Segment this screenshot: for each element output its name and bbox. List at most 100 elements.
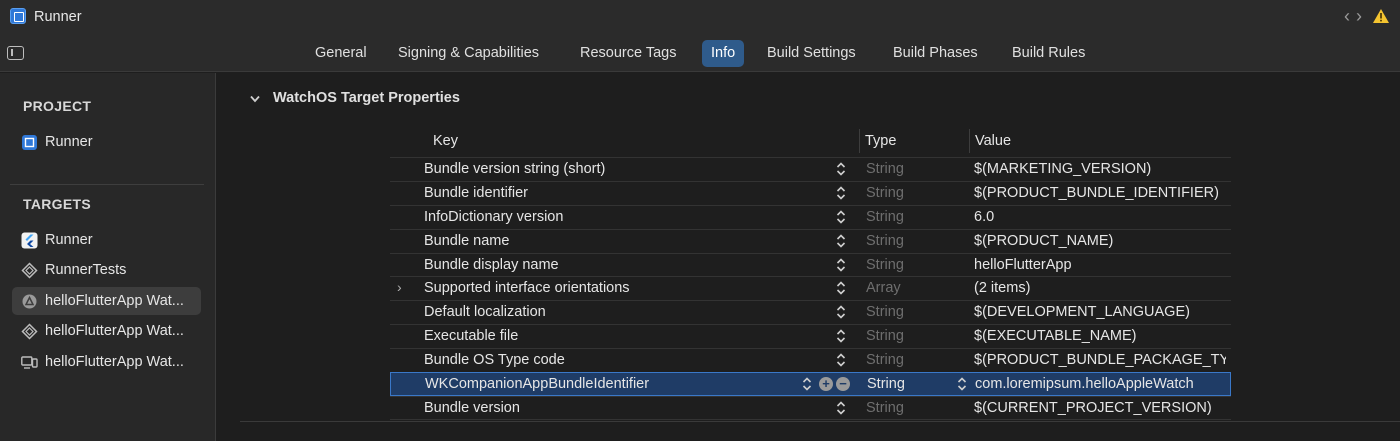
nav-arrows[interactable]: ‹› bbox=[1344, 6, 1368, 27]
plist-type[interactable]: String bbox=[866, 352, 904, 368]
targets-section-header: TARGETS bbox=[23, 196, 91, 212]
targets-sidebar: PROJECT Runner TARGETS Runner RunnerTest… bbox=[0, 73, 216, 441]
key-stepper-icon[interactable] bbox=[835, 304, 847, 320]
plist-key[interactable]: InfoDictionary version bbox=[424, 209, 563, 225]
plist-table-header: Key Type Value bbox=[390, 129, 1231, 155]
plist-key[interactable]: Supported interface orientations bbox=[424, 280, 630, 296]
plist-key[interactable]: Bundle name bbox=[424, 233, 509, 249]
plist-type[interactable]: String bbox=[866, 209, 904, 225]
chevron-down-icon[interactable] bbox=[249, 93, 261, 107]
plist-key[interactable]: Bundle version bbox=[424, 400, 520, 416]
plist-type[interactable]: String bbox=[866, 257, 904, 273]
key-stepper-icon[interactable] bbox=[835, 328, 847, 344]
forward-icon[interactable]: › bbox=[1356, 6, 1368, 26]
key-stepper-icon[interactable] bbox=[835, 400, 847, 416]
plist-type[interactable]: String bbox=[866, 161, 904, 177]
add-row-icon[interactable]: + bbox=[819, 377, 833, 392]
plist-row[interactable]: Bundle name String $(PRODUCT_NAME) bbox=[390, 228, 1231, 253]
key-stepper-icon[interactable] bbox=[835, 352, 847, 368]
plist-type[interactable]: String bbox=[866, 185, 904, 201]
warning-icon[interactable] bbox=[1372, 8, 1390, 24]
plist-value[interactable]: $(PRODUCT_BUNDLE_PACKAGE_TY bbox=[974, 352, 1226, 368]
column-value[interactable]: Value bbox=[975, 133, 1011, 149]
plist-key[interactable]: Bundle display name bbox=[424, 257, 559, 273]
xcode-project-icon bbox=[21, 134, 38, 151]
remove-row-icon[interactable]: − bbox=[836, 377, 850, 392]
flutter-icon bbox=[21, 232, 38, 249]
tab-info[interactable]: Info bbox=[702, 40, 745, 67]
plist-value[interactable]: 6.0 bbox=[974, 209, 1226, 225]
plist-row[interactable]: Bundle display name String helloFlutterAp… bbox=[390, 252, 1231, 277]
plist-row[interactable]: Bundle OS Type code String $(PRODUCT_BUND… bbox=[390, 348, 1231, 372]
sidebar-item-target-runnertests[interactable]: RunnerTests bbox=[12, 256, 201, 284]
window-title: Runner bbox=[34, 9, 82, 25]
plist-type[interactable]: Array bbox=[866, 280, 901, 296]
plist-type[interactable]: String bbox=[867, 376, 905, 392]
plist-row[interactable]: Bundle version string (short) String $(MA… bbox=[390, 157, 1231, 181]
plist-row[interactable]: Bundle version String $(CURRENT_PROJECT_V… bbox=[390, 395, 1231, 420]
section-title: WatchOS Target Properties bbox=[273, 90, 460, 106]
plist-row[interactable]: InfoDictionary version String 6.0 bbox=[390, 204, 1231, 229]
test-bundle-icon bbox=[21, 261, 38, 279]
plist-type[interactable]: String bbox=[866, 304, 904, 320]
plist-value[interactable]: $(EXECUTABLE_NAME) bbox=[974, 328, 1226, 344]
tab-general[interactable]: General bbox=[306, 40, 376, 67]
sidebar-item-target-runner[interactable]: Runner bbox=[12, 226, 201, 254]
test-bundle-icon bbox=[21, 322, 38, 340]
plist-key[interactable]: Executable file bbox=[424, 328, 518, 344]
key-stepper-icon[interactable] bbox=[835, 280, 847, 296]
key-stepper-icon[interactable] bbox=[835, 233, 847, 249]
plist-key[interactable]: Bundle identifier bbox=[424, 185, 528, 201]
plist-value[interactable]: (2 items) bbox=[974, 280, 1226, 296]
key-stepper-icon[interactable] bbox=[801, 376, 813, 396]
watch-app-icon bbox=[21, 293, 38, 310]
plist-table: Bundle version string (short) String $(MA… bbox=[390, 157, 1231, 420]
sidebar-item-target-watch-app[interactable]: helloFlutterApp Wat... bbox=[12, 287, 201, 315]
tab-signing-capabilities[interactable]: Signing & Capabilities bbox=[389, 40, 548, 67]
plist-row[interactable]: › Supported interface orientations Array (… bbox=[390, 276, 1231, 300]
plist-value[interactable]: $(DEVELOPMENT_LANGUAGE) bbox=[974, 304, 1226, 320]
sidebar-item-project-runner[interactable]: Runner bbox=[12, 128, 201, 156]
sidebar-toggle-icon[interactable] bbox=[7, 46, 24, 60]
key-stepper-icon[interactable] bbox=[835, 257, 847, 273]
tab-build-phases[interactable]: Build Phases bbox=[884, 40, 987, 67]
column-key[interactable]: Key bbox=[433, 133, 458, 149]
type-stepper-icon[interactable] bbox=[956, 376, 968, 392]
plist-value[interactable]: $(MARKETING_VERSION) bbox=[974, 161, 1226, 177]
sidebar-item-target-watch-uitests[interactable]: helloFlutterApp Wat... bbox=[12, 348, 201, 376]
plist-value[interactable]: $(PRODUCT_NAME) bbox=[974, 233, 1226, 249]
plist-key[interactable]: Bundle version string (short) bbox=[424, 161, 605, 177]
plist-value[interactable]: $(PRODUCT_BUNDLE_IDENTIFIER) bbox=[974, 185, 1226, 201]
column-separator bbox=[859, 129, 860, 153]
plist-row[interactable]: Executable file String $(EXECUTABLE_NAME) bbox=[390, 324, 1231, 348]
plist-type[interactable]: String bbox=[866, 233, 904, 249]
key-stepper-icon[interactable] bbox=[835, 161, 847, 177]
plist-key[interactable]: WKCompanionAppBundleIdentifier bbox=[425, 376, 649, 392]
plist-value[interactable]: com.loremipsum.helloAppleWatch bbox=[975, 376, 1227, 392]
back-icon[interactable]: ‹ bbox=[1344, 6, 1356, 26]
plist-key[interactable]: Bundle OS Type code bbox=[424, 352, 565, 368]
tab-resource-tags[interactable]: Resource Tags bbox=[571, 40, 685, 67]
row-controls: + − bbox=[801, 376, 853, 392]
plist-row[interactable]: WKCompanionAppBundleIdentifier + − String… bbox=[390, 372, 1231, 396]
plist-key[interactable]: Default localization bbox=[424, 304, 546, 320]
title-bar: Runner ‹› bbox=[0, 0, 1400, 34]
key-stepper-icon[interactable] bbox=[835, 209, 847, 225]
plist-type[interactable]: String bbox=[866, 328, 904, 344]
info-editor: WatchOS Target Properties Key Type Value… bbox=[217, 73, 1400, 441]
project-section-header: PROJECT bbox=[23, 98, 92, 114]
plist-row[interactable]: Bundle identifier String $(PRODUCT_BUNDLE… bbox=[390, 180, 1231, 205]
sidebar-item-target-watch-tests[interactable]: helloFlutterApp Wat... bbox=[12, 317, 201, 345]
ui-test-icon bbox=[21, 354, 38, 371]
plist-value[interactable]: $(CURRENT_PROJECT_VERSION) bbox=[974, 400, 1226, 416]
tab-build-settings[interactable]: Build Settings bbox=[758, 40, 865, 67]
chevron-right-icon[interactable]: › bbox=[397, 279, 402, 295]
column-type[interactable]: Type bbox=[865, 133, 896, 149]
plist-value[interactable]: helloFlutterApp bbox=[974, 257, 1226, 273]
key-stepper-icon[interactable] bbox=[835, 185, 847, 201]
plist-type[interactable]: String bbox=[866, 400, 904, 416]
section-bottom-divider bbox=[240, 421, 1400, 422]
tab-build-rules[interactable]: Build Rules bbox=[1003, 40, 1094, 67]
editor-tab-bar: General Signing & Capabilities Resource … bbox=[0, 34, 1400, 72]
plist-row[interactable]: Default localization String $(DEVELOPMENT… bbox=[390, 300, 1231, 324]
